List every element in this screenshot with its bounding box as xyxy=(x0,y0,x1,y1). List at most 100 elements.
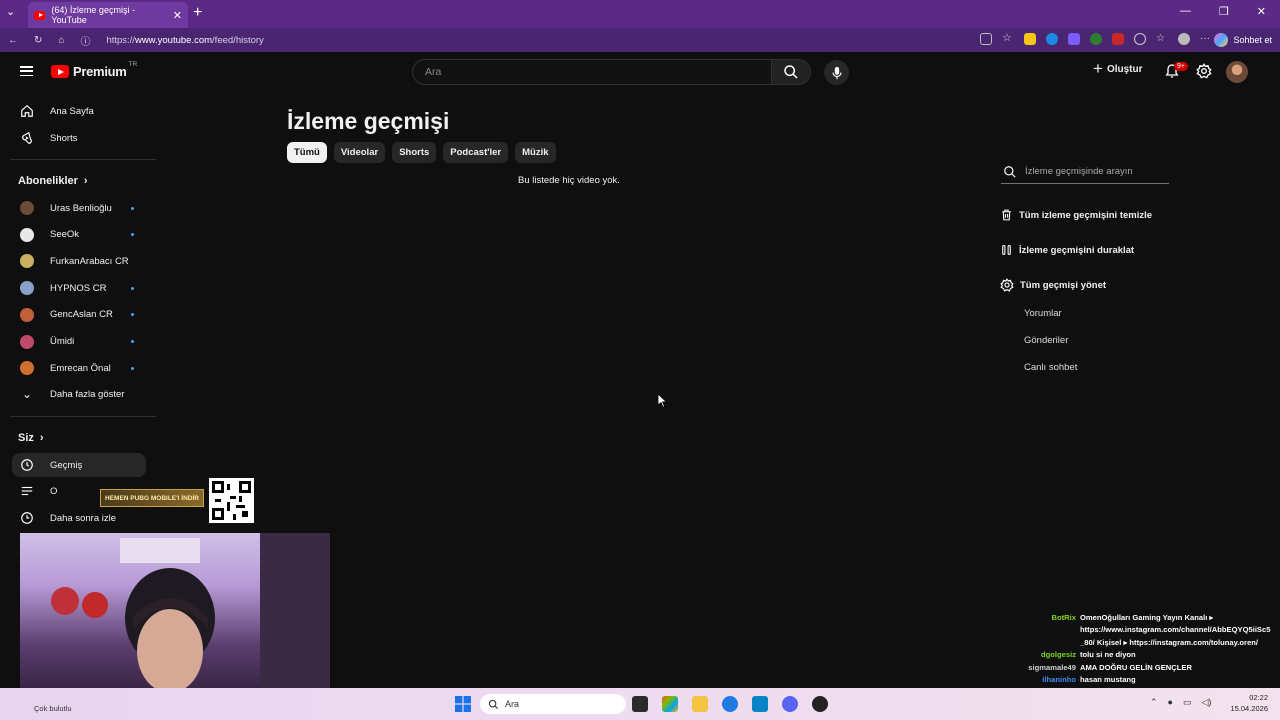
pause-history-button[interactable]: İzleme geçmişini duraklat xyxy=(1000,243,1134,257)
chat-message: _80/ Kişisel ▸ https://instagram.com/tol… xyxy=(996,637,1276,649)
microphone-tray-icon[interactable]: ● xyxy=(1168,697,1173,708)
url-field[interactable]: https://www.youtube.com/feed/history xyxy=(106,35,263,46)
settings-gear-icon[interactable] xyxy=(1196,63,1212,84)
sidebar-item-history[interactable]: Geçmiş xyxy=(12,453,146,477)
create-button[interactable]: + Oluştur xyxy=(1093,60,1143,77)
filter-chip[interactable]: Tümü xyxy=(287,142,327,163)
taskbar-clock[interactable]: 02:22 15.04.2026 xyxy=(1230,692,1268,714)
file-explorer-icon[interactable] xyxy=(692,696,708,712)
app-icon[interactable] xyxy=(980,33,992,45)
network-icon[interactable]: ▭ xyxy=(1183,697,1192,708)
menu-hamburger-icon[interactable] xyxy=(20,66,33,76)
subscriptions-header[interactable]: Abonelikler › xyxy=(18,175,88,187)
pause-icon xyxy=(1002,245,1011,255)
subscription-item[interactable]: Ümidi xyxy=(12,330,146,354)
microsoft-store-icon[interactable] xyxy=(752,696,768,712)
chevron-right-icon: › xyxy=(39,432,44,444)
subscription-item[interactable]: HYPNOS CR xyxy=(12,276,146,300)
back-icon[interactable]: ← xyxy=(8,35,18,46)
profile-icon[interactable] xyxy=(1178,33,1190,45)
tab-title: (64) İzleme geçmişi - YouTube xyxy=(51,5,135,25)
subscription-item[interactable]: Emrecan Önal xyxy=(12,356,146,380)
subscription-item[interactable]: FurkanArabacı CR xyxy=(12,249,146,273)
filter-chip[interactable]: Müzik xyxy=(515,142,556,163)
filter-chip[interactable]: Videolar xyxy=(333,142,386,163)
channel-avatar xyxy=(20,201,34,215)
subscription-item[interactable]: Uras Benlioğlu xyxy=(12,196,146,220)
restore-icon[interactable]: ❐ xyxy=(1219,5,1229,18)
store-app-icon[interactable] xyxy=(662,696,678,712)
home-icon xyxy=(21,104,33,117)
search-button[interactable] xyxy=(771,59,811,85)
sidebar-item-watch-later[interactable]: Daha sonra izle xyxy=(12,506,146,530)
chat-text: https://www.instagram.com/channel/AbbEQY… xyxy=(1080,625,1271,635)
chat-text: OmenOğulları Gaming Yayın Kanalı ▸ xyxy=(1080,613,1214,622)
search-input[interactable]: Ara xyxy=(412,59,772,85)
window-controls: — ❐ ✕ xyxy=(1180,5,1266,18)
account-avatar[interactable] xyxy=(1226,61,1248,83)
sidebar-item-shorts[interactable]: Shorts xyxy=(12,126,146,150)
copilot-chat-button[interactable]: Sohbet et xyxy=(1214,31,1272,49)
reload-icon[interactable]: ↻ xyxy=(34,35,42,46)
playlist-icon xyxy=(21,486,33,496)
extension-icon[interactable] xyxy=(1068,33,1080,45)
extensions-puzzle-icon[interactable] xyxy=(1134,33,1146,45)
history-search-input[interactable]: İzleme geçmişinde arayın xyxy=(1001,160,1169,184)
chat-username: dgolgesiz xyxy=(1040,650,1076,660)
subscription-label: HYPNOS CR xyxy=(50,282,107,294)
posts-link[interactable]: Gönderiler xyxy=(1024,335,1068,346)
system-tray: ⌃ ● ▭ ◁) xyxy=(1150,697,1211,708)
minimize-icon[interactable]: — xyxy=(1180,5,1191,18)
volume-icon[interactable]: ◁) xyxy=(1202,697,1212,708)
channel-avatar xyxy=(20,254,34,269)
chat-username: ilhaninho xyxy=(1042,675,1076,685)
extension-icon[interactable] xyxy=(1090,33,1102,45)
sidebar-item-home[interactable]: Ana Sayfa xyxy=(12,99,146,123)
search-icon xyxy=(1004,165,1016,178)
show-hidden-icons-chevron-icon[interactable]: ⌃ xyxy=(1150,697,1158,708)
more-menu-icon[interactable]: ··· xyxy=(1200,33,1212,45)
youtube-premium-logo[interactable]: Premium TR xyxy=(51,61,137,79)
subscription-item[interactable]: GencAslan CR xyxy=(12,303,146,327)
qr-code xyxy=(209,478,254,523)
discord-icon[interactable] xyxy=(782,696,798,712)
task-view-icon[interactable] xyxy=(632,696,648,712)
history-icon xyxy=(21,459,33,471)
live-chat-link[interactable]: Canlı sohbet xyxy=(1024,362,1077,373)
mouse-cursor-icon xyxy=(657,393,668,413)
new-content-dot xyxy=(131,340,134,343)
close-tab-icon[interactable]: ✕ xyxy=(173,9,182,22)
channel-avatar xyxy=(20,307,34,322)
browser-tab-strip xyxy=(0,0,1280,28)
obs-studio-icon[interactable] xyxy=(812,696,828,712)
weather-widget[interactable]: Çok bulutlu xyxy=(34,704,72,713)
empty-list-message: Bu listede hiç video yok. xyxy=(518,175,620,186)
windows-start-icon[interactable] xyxy=(455,696,471,712)
collections-icon[interactable]: ☆ xyxy=(1156,33,1168,45)
you-header[interactable]: Siz › xyxy=(18,432,44,444)
filter-chip[interactable]: Shorts xyxy=(392,142,437,163)
subscription-item[interactable]: SeeOk xyxy=(12,223,146,247)
gear-icon xyxy=(1000,278,1014,292)
extension-icon[interactable] xyxy=(1024,33,1036,45)
extension-icon[interactable] xyxy=(1112,33,1124,45)
subscription-label: SeeOk xyxy=(50,229,80,241)
search-icon xyxy=(488,699,499,709)
home-browser-icon[interactable]: ⌂ xyxy=(58,35,64,46)
tab-list-chevron-icon[interactable]: ⌄ xyxy=(6,5,15,18)
show-more-button[interactable]: ⌄ Daha fazla göster xyxy=(12,382,146,406)
favorite-star-icon[interactable]: ☆ xyxy=(1002,33,1014,45)
site-info-icon[interactable]: ⓘ xyxy=(80,33,90,48)
manage-history-button[interactable]: Tüm geçmişi yönet xyxy=(1000,278,1106,292)
new-tab-icon[interactable]: + xyxy=(193,4,202,22)
browser-tab[interactable]: (64) İzleme geçmişi - YouTube ✕ xyxy=(28,2,188,28)
close-window-icon[interactable]: ✕ xyxy=(1257,5,1266,18)
comments-link[interactable]: Yorumlar xyxy=(1024,308,1062,319)
taskbar-search[interactable]: Ara xyxy=(480,694,626,714)
edge-browser-icon[interactable] xyxy=(722,696,738,712)
clear-history-button[interactable]: Tüm izleme geçmişini temizle xyxy=(1000,208,1152,222)
filter-chip[interactable]: Podcast'ler xyxy=(443,142,509,163)
extension-icon[interactable] xyxy=(1046,33,1058,45)
filter-chips: Tümü Videolar Shorts Podcast'ler Müzik xyxy=(287,142,556,163)
voice-search-button[interactable] xyxy=(824,60,849,85)
